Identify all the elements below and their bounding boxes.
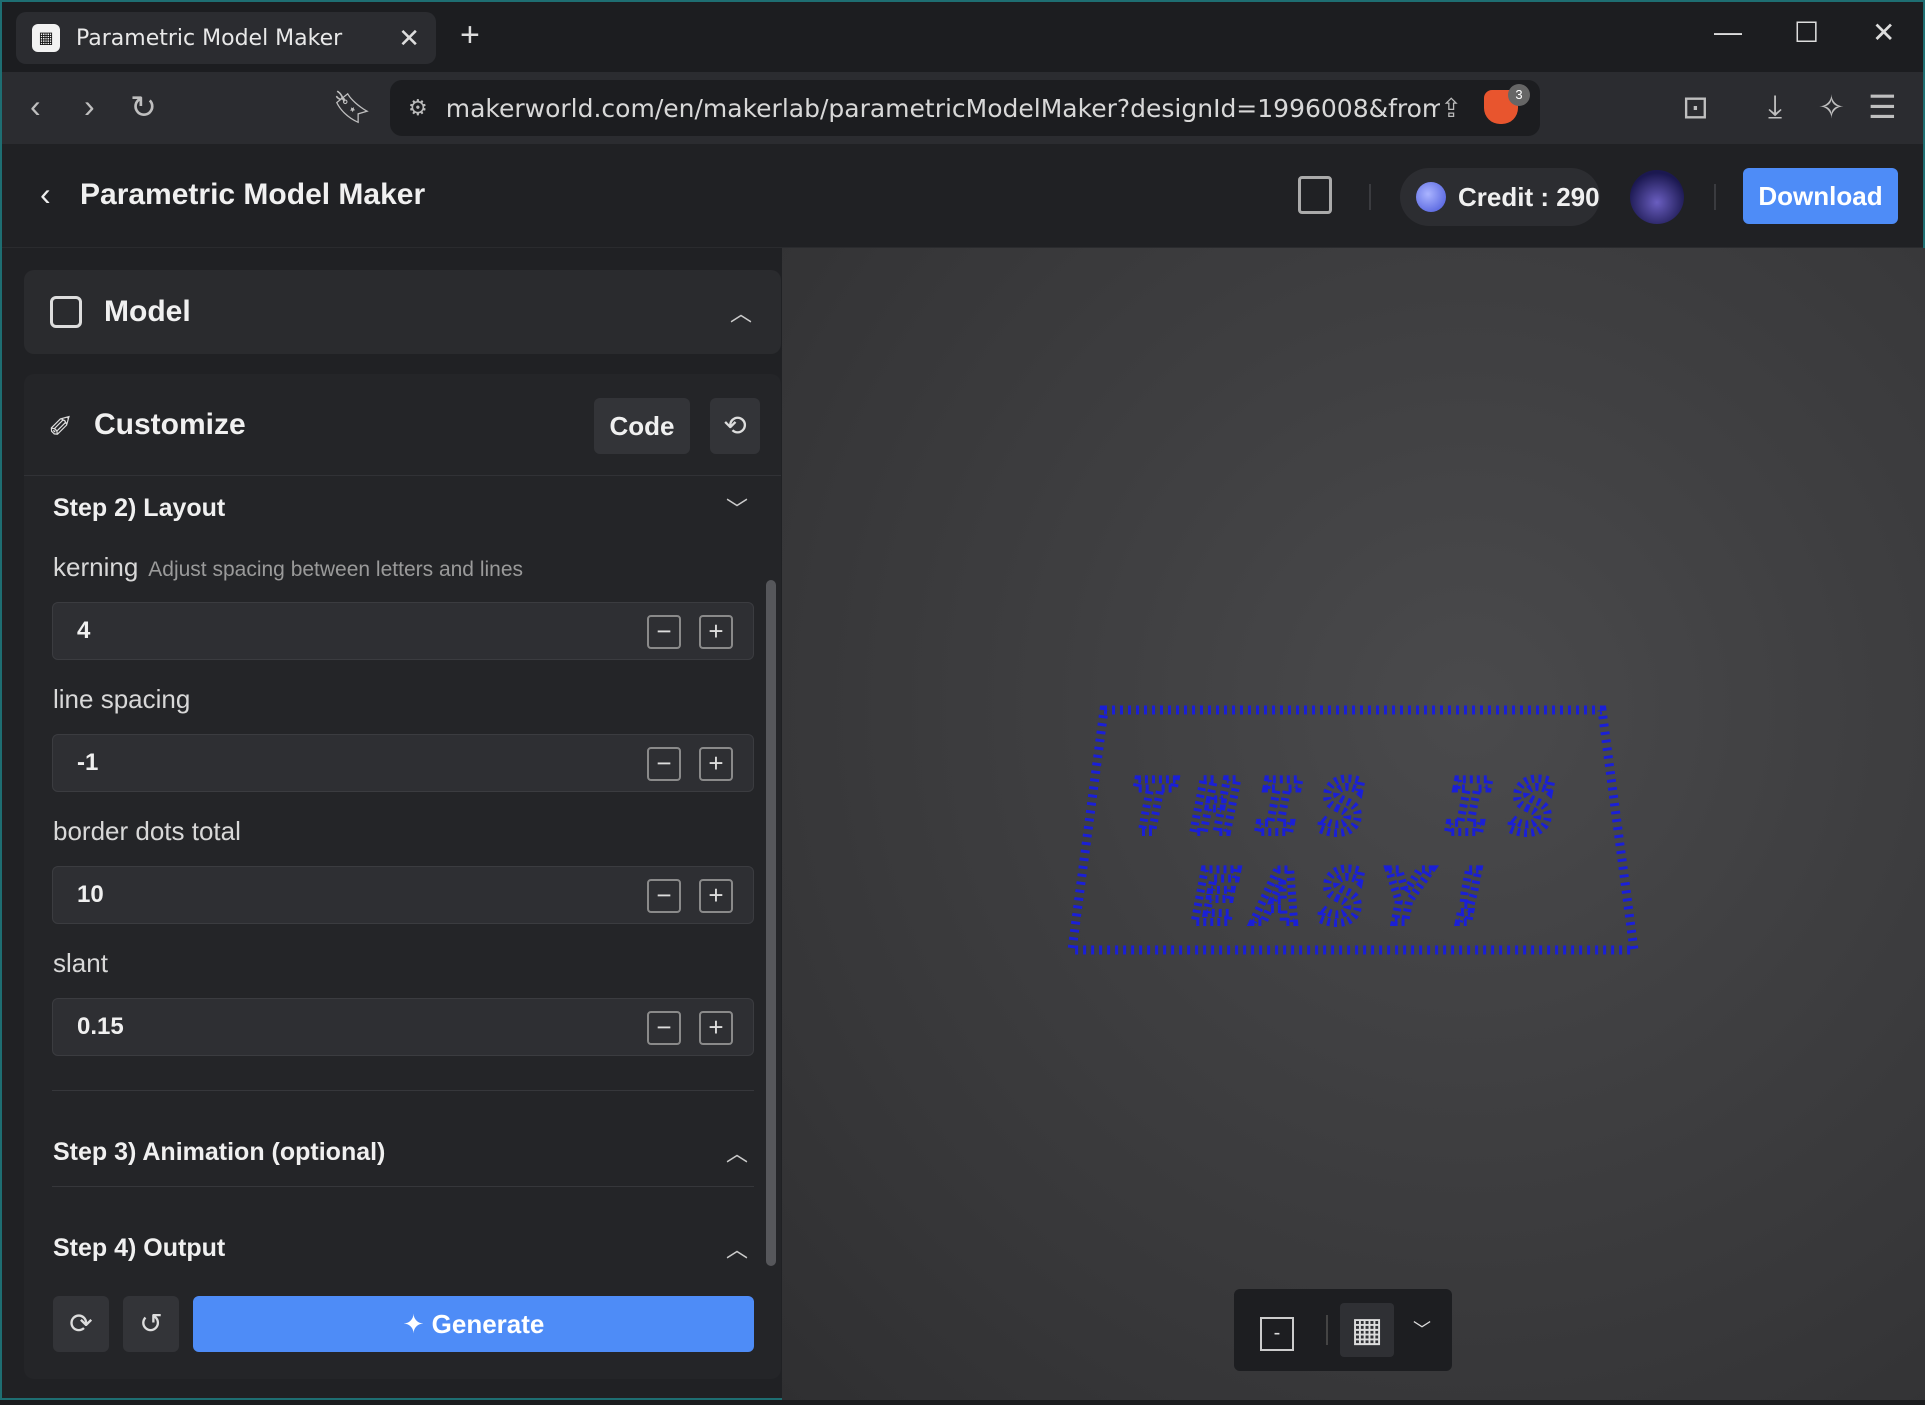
close-tab-icon[interactable]: ✕ <box>398 23 420 54</box>
window-close-icon[interactable]: ✕ <box>1872 16 1895 49</box>
minimize-icon[interactable]: — <box>1714 16 1742 48</box>
slant-decrement-button[interactable]: − <box>647 1011 681 1045</box>
reload-icon[interactable]: ↻ <box>130 88 157 126</box>
border-dots-stepper[interactable]: 10 − + <box>52 866 754 924</box>
model-section[interactable]: Model ︿ <box>24 270 781 354</box>
slant-value[interactable]: 0.15 <box>77 1013 124 1041</box>
generate-button[interactable]: ✦ Generate <box>193 1296 754 1352</box>
menu-icon[interactable]: ☰ <box>1868 88 1897 126</box>
chevron-up-icon[interactable]: ︿ <box>730 296 752 328</box>
new-tab-icon[interactable]: + <box>460 16 480 55</box>
line-spacing-increment-button[interactable]: + <box>699 747 733 781</box>
header-divider <box>1369 184 1371 210</box>
step4-title[interactable]: Step 4) Output <box>53 1234 225 1263</box>
shield-count-badge: 3 <box>1508 84 1530 106</box>
reader-mode-icon[interactable]: ⊡ <box>1682 88 1709 126</box>
step2-title[interactable]: Step 2) Layout <box>53 494 225 523</box>
leo-ai-icon[interactable]: ✧ <box>1818 88 1845 126</box>
customize-title: Customize <box>94 408 246 441</box>
viewport-controls: - ▦ ﹀ <box>1234 1289 1452 1371</box>
model-preview: THIS IS EASY! <box>1066 705 1640 955</box>
slant-label: slant <box>53 948 108 978</box>
chevron-up-icon[interactable]: ︿ <box>726 1232 748 1264</box>
maximize-icon[interactable]: ☐ <box>1794 16 1819 49</box>
kerning-hint: Adjust spacing between letters and lines <box>148 558 524 581</box>
forward-icon[interactable]: › <box>84 88 95 125</box>
model-viewport[interactable]: THIS IS EASY! <box>782 248 1925 1400</box>
tab-title: Parametric Model Maker <box>76 25 343 51</box>
divider <box>52 1186 754 1187</box>
border-dots-decrement-button[interactable]: − <box>647 879 681 913</box>
sparkle-icon: ✦ <box>402 1309 425 1339</box>
makerworld-favicon-icon: ▦ <box>32 24 60 52</box>
kerning-label: kerning Adjust spacing between letters an… <box>53 552 523 583</box>
divider <box>52 1090 754 1091</box>
border-dots-increment-button[interactable]: + <box>699 879 733 913</box>
controls-divider <box>1326 1315 1328 1345</box>
kerning-label-text: kerning <box>53 552 139 582</box>
history-icon[interactable]: ⟲ <box>710 398 760 454</box>
step3-title[interactable]: Step 3) Animation (optional) <box>53 1138 385 1167</box>
chevron-up-icon[interactable]: ︿ <box>726 1136 748 1168</box>
line-spacing-label: line spacing <box>53 684 191 714</box>
avatar[interactable] <box>1630 170 1684 224</box>
customize-panel: ✐ Customize Code ⟲ Step 2) Layout ﹀ kern… <box>24 374 781 1379</box>
magic-wand-icon: ✐ <box>48 411 74 444</box>
customize-header: ✐ Customize Code ⟲ <box>24 374 781 476</box>
tab-strip: ▦ Parametric Model Maker ✕ + — ☐ ✕ <box>2 2 1923 72</box>
sync-icon[interactable]: ⟳ <box>53 1296 109 1352</box>
credit-flask-icon <box>1416 182 1446 212</box>
downloads-icon[interactable]: ⤓ <box>1768 88 1782 126</box>
credit-badge[interactable]: Credit : 290 <box>1400 168 1600 226</box>
border-dots-value[interactable]: 10 <box>77 881 104 909</box>
chevron-down-icon[interactable]: ﹀ <box>1402 1303 1442 1357</box>
slant-increment-button[interactable]: + <box>699 1011 733 1045</box>
line-spacing-stepper[interactable]: -1 − + <box>52 734 754 792</box>
bookmark-icon[interactable]: 🔖︎ <box>332 88 373 126</box>
line-spacing-decrement-button[interactable]: − <box>647 747 681 781</box>
cube-icon <box>50 296 82 328</box>
download-button[interactable]: Download <box>1743 168 1898 224</box>
back-icon[interactable]: ‹ <box>30 88 41 125</box>
generate-label: Generate <box>431 1309 545 1339</box>
line-spacing-value[interactable]: -1 <box>77 749 98 777</box>
header-divider <box>1714 184 1716 210</box>
share-icon[interactable]: ⇪ <box>1440 93 1462 124</box>
kerning-value[interactable]: 4 <box>77 617 90 645</box>
url-text[interactable]: makerworld.com/en/makerlab/parametricMod… <box>446 94 1440 123</box>
grid-icon: ▦ <box>1350 1311 1384 1349</box>
slant-stepper[interactable]: 0.15 − + <box>52 998 754 1056</box>
code-button[interactable]: Code <box>594 398 690 454</box>
preview-line-2: EASY! <box>1194 855 1511 939</box>
site-settings-icon[interactable]: ⚙ <box>408 95 428 121</box>
address-bar[interactable]: ⚙ makerworld.com/en/makerlab/parametricM… <box>390 80 1540 136</box>
view-toggle-icon: - <box>1260 1317 1294 1351</box>
app-header: ‹ Parametric Model Maker Credit : 290 Do… <box>2 144 1923 248</box>
kerning-increment-button[interactable]: + <box>699 615 733 649</box>
kerning-stepper[interactable]: 4 − + <box>52 602 754 660</box>
view-toggle-button[interactable]: - <box>1250 1303 1304 1357</box>
grid-toggle-button[interactable]: ▦ <box>1340 1303 1394 1357</box>
panel-scrollbar[interactable] <box>766 580 776 1266</box>
browser-toolbar: ‹ › ↻ 🔖︎ ⚙ makerworld.com/en/makerlab/pa… <box>2 72 1923 144</box>
kerning-decrement-button[interactable]: − <box>647 615 681 649</box>
border-dots-label: border dots total <box>53 816 241 846</box>
page-title: Parametric Model Maker <box>80 178 426 211</box>
browser-window: ▦ Parametric Model Maker ✕ + — ☐ ✕ ‹ › ↻… <box>0 0 1925 1400</box>
credit-text: Credit : 290 <box>1458 181 1600 212</box>
preview-line-1: THIS IS <box>1130 765 1573 849</box>
reset-icon[interactable]: ↺ <box>123 1296 179 1352</box>
app-back-icon[interactable]: ‹ <box>40 176 51 213</box>
browser-tab[interactable]: ▦ Parametric Model Maker ✕ <box>16 12 436 64</box>
documents-icon[interactable] <box>1298 176 1332 214</box>
chevron-down-icon[interactable]: ﹀ <box>726 492 748 524</box>
model-section-label: Model <box>104 295 191 328</box>
